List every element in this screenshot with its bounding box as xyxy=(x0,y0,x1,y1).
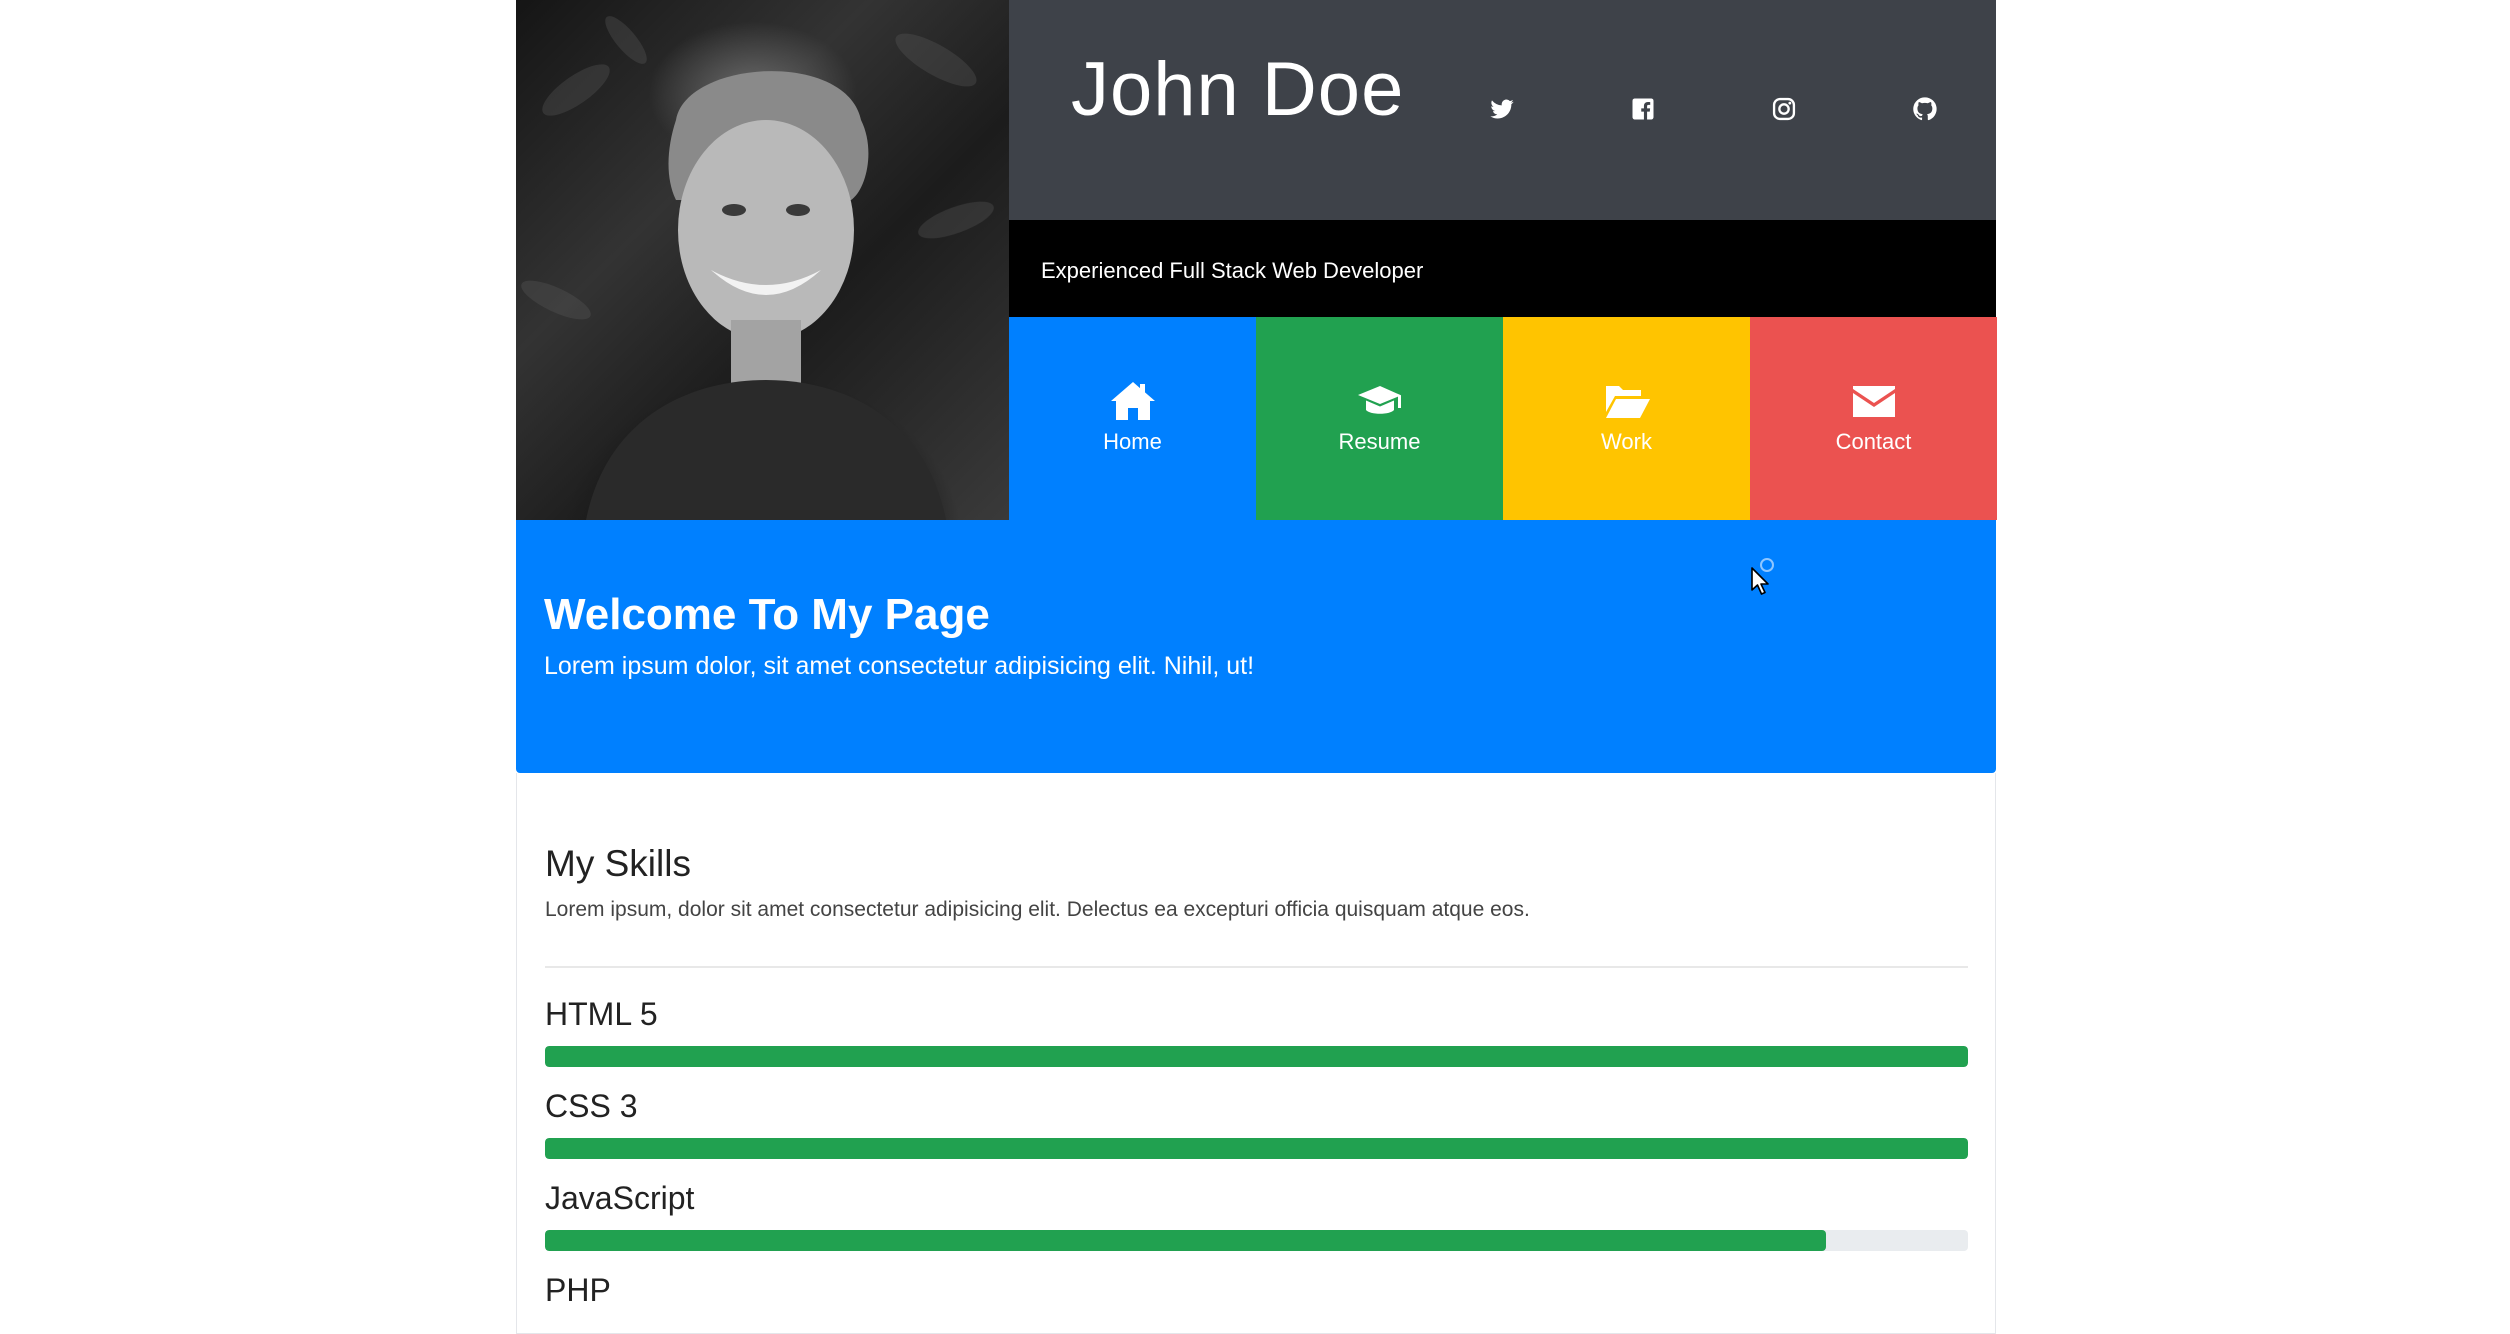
profile-photo xyxy=(516,0,1009,520)
skill-progress-bar xyxy=(545,1046,1968,1067)
skill-item: PHP xyxy=(545,1274,1968,1306)
instagram-link[interactable] xyxy=(1770,95,1798,123)
skills-intro: Lorem ipsum, dolor sit amet consectetur … xyxy=(545,898,1530,921)
skill-item: JavaScript xyxy=(545,1182,1968,1251)
nav-tile-label: Contact xyxy=(1835,429,1912,454)
facebook-link[interactable] xyxy=(1629,95,1657,123)
divider xyxy=(545,966,1968,968)
github-link[interactable] xyxy=(1911,95,1939,123)
nav-tile-home[interactable]: Home xyxy=(1009,317,1256,520)
welcome-title: Welcome To My Page xyxy=(544,590,990,639)
facebook-icon xyxy=(1629,95,1657,123)
nav-tile-label: Home xyxy=(1103,429,1162,454)
graduation-cap-icon xyxy=(1356,380,1404,422)
nav-tile-resume[interactable]: Resume xyxy=(1256,317,1503,520)
welcome-text: Lorem ipsum dolor, sit amet consectetur … xyxy=(544,652,1255,680)
tagline-bar: Experienced Full Stack Web Developer xyxy=(1009,220,1996,317)
skill-progress-fill xyxy=(545,1138,1968,1159)
nav-tile-label: Resume xyxy=(1338,429,1421,454)
skill-progress-bar xyxy=(545,1230,1968,1251)
skills-section: My Skills Lorem ipsum, dolor sit amet co… xyxy=(516,773,1996,1334)
github-icon xyxy=(1911,95,1939,123)
name-bar: John Doe xyxy=(1009,0,1996,220)
skills-title: My Skills xyxy=(545,843,691,884)
skill-item: CSS 3 xyxy=(545,1090,1968,1159)
envelope-icon xyxy=(1850,380,1898,422)
instagram-icon xyxy=(1770,95,1798,123)
skill-name: HTML 5 xyxy=(545,996,658,1032)
skill-progress-fill xyxy=(545,1046,1968,1067)
skill-name: PHP xyxy=(545,1272,611,1308)
nav-tile-label: Work xyxy=(1601,429,1652,454)
portfolio-page: John Doe Experienced Full Stack Web Deve… xyxy=(516,0,1997,1334)
nav-tile-contact[interactable]: Contact xyxy=(1750,317,1997,520)
nav-tile-work[interactable]: Work xyxy=(1503,317,1750,520)
skill-item: HTML 5 xyxy=(545,998,1968,1067)
page-title: John Doe xyxy=(1071,47,1405,132)
twitter-link[interactable] xyxy=(1488,95,1516,123)
welcome-section: Welcome To My Page Lorem ipsum dolor, si… xyxy=(516,520,1996,773)
home-icon xyxy=(1109,380,1157,422)
skill-progress-fill xyxy=(545,1230,1826,1251)
skill-name: JavaScript xyxy=(545,1180,695,1216)
mouse-cursor-icon xyxy=(1751,567,1769,595)
skill-progress-bar xyxy=(545,1138,1968,1159)
twitter-icon xyxy=(1488,95,1516,123)
folder-open-icon xyxy=(1603,380,1651,422)
tagline: Experienced Full Stack Web Developer xyxy=(1041,258,1424,283)
skill-name: CSS 3 xyxy=(545,1088,638,1124)
